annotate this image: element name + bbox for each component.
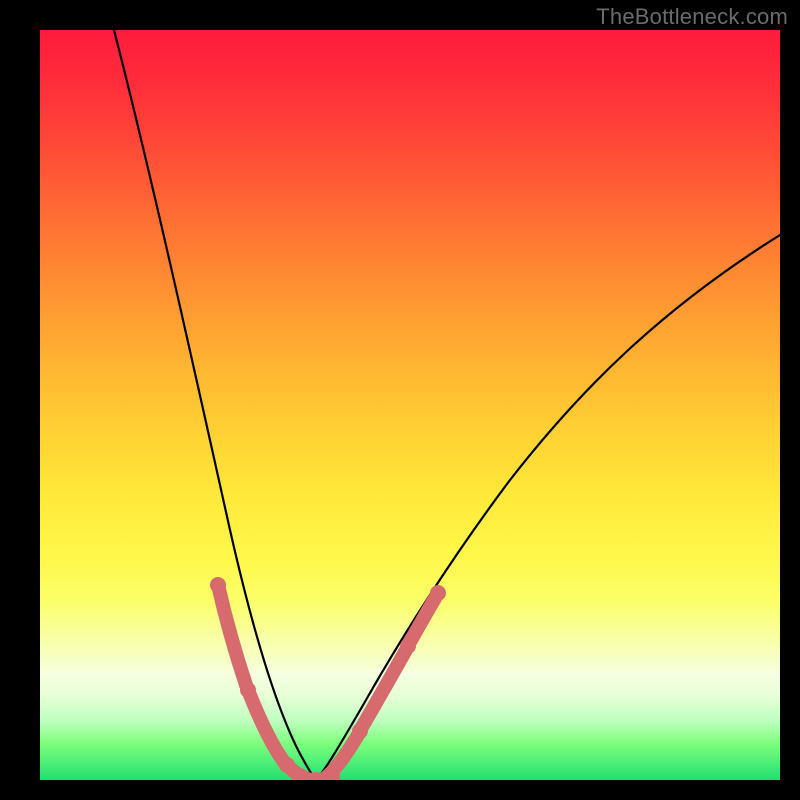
- dot: [240, 682, 256, 698]
- dot: [352, 723, 368, 739]
- chart-svg: [40, 30, 780, 780]
- plot-area: [40, 30, 780, 780]
- highlight-left-1: [218, 585, 246, 685]
- curve-left-branch: [114, 30, 316, 780]
- dot: [210, 577, 226, 593]
- dot: [400, 638, 416, 654]
- watermark-text: TheBottleneck.com: [596, 4, 788, 30]
- outer-frame: TheBottleneck.com: [0, 0, 800, 800]
- highlight-right-2: [362, 650, 406, 727]
- dot: [430, 585, 446, 601]
- dot: [279, 757, 295, 773]
- bottleneck-curve: [114, 30, 780, 780]
